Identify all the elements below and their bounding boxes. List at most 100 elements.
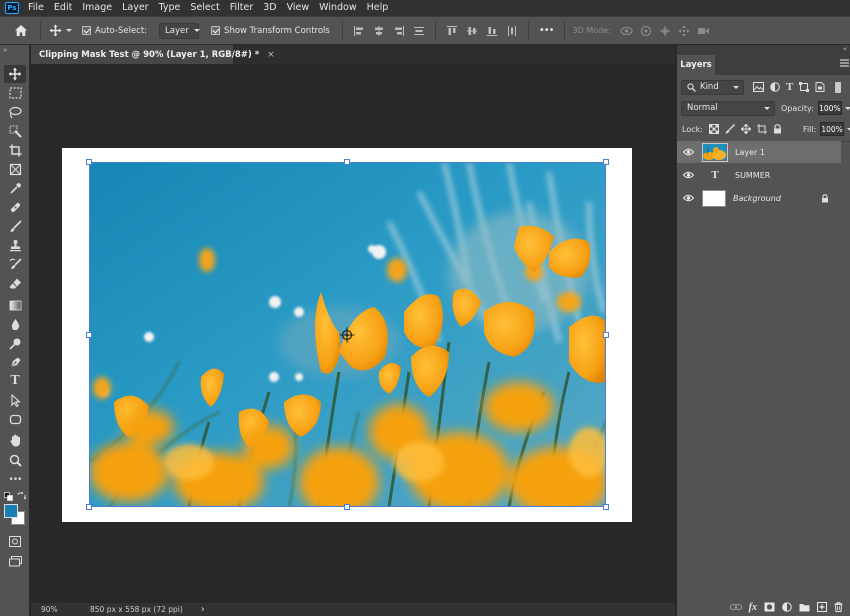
delete-layer-trash-icon[interactable] — [834, 602, 843, 612]
path-selection-tool[interactable] — [4, 391, 26, 409]
move-tool[interactable] — [4, 65, 26, 83]
menu-image[interactable]: Image — [77, 0, 117, 16]
brush-tool[interactable] — [4, 217, 26, 235]
transform-handle-bottom-left[interactable] — [86, 504, 92, 510]
filter-kind-dropdown[interactable]: Kind — [681, 79, 744, 95]
frame-tool[interactable] — [4, 160, 26, 178]
lock-position-icon[interactable] — [740, 124, 751, 134]
clone-stamp-tool[interactable] — [4, 236, 26, 254]
history-brush-tool[interactable] — [4, 255, 26, 273]
new-adjustment-layer-icon[interactable] — [782, 602, 792, 612]
menu-type[interactable]: Type — [154, 0, 186, 16]
panel-menu-icon[interactable] — [840, 59, 849, 67]
eyedropper-tool[interactable] — [4, 179, 26, 197]
menu-window[interactable]: Window — [314, 0, 361, 16]
reference-point-icon[interactable] — [339, 327, 355, 343]
transform-handle-middle-right[interactable] — [603, 332, 609, 338]
chevron-down-icon[interactable] — [66, 29, 72, 32]
scale-3d-icon[interactable] — [697, 25, 710, 37]
visibility-eye-icon[interactable] — [677, 148, 699, 156]
lock-transparent-pixels-icon[interactable] — [708, 124, 719, 134]
layer-name[interactable]: Layer 1 — [735, 148, 765, 157]
orbit-3d-icon[interactable] — [620, 25, 633, 37]
lock-all-icon[interactable] — [773, 124, 782, 134]
shape-layer-filter-icon[interactable] — [799, 82, 810, 92]
move-tool-preset-icon[interactable] — [47, 23, 63, 39]
type-layer-filter-icon[interactable]: T — [786, 81, 793, 93]
menu-help[interactable]: Help — [362, 0, 394, 16]
roll-3d-icon[interactable] — [640, 25, 652, 37]
link-layers-icon[interactable] — [729, 603, 742, 611]
transform-handle-middle-left[interactable] — [86, 332, 92, 338]
shape-tool[interactable] — [4, 410, 26, 428]
opacity-input[interactable]: 100% — [817, 101, 842, 115]
align-horizontal-centers-icon[interactable] — [373, 25, 385, 37]
opacity-chevron-icon[interactable] — [844, 106, 850, 110]
menu-view[interactable]: View — [282, 0, 315, 16]
align-top-edges-icon[interactable] — [446, 25, 458, 37]
align-right-edges-icon[interactable] — [393, 25, 405, 37]
blend-mode-dropdown[interactable]: Normal — [681, 100, 775, 116]
screen-mode-button[interactable] — [4, 552, 26, 570]
menu-select[interactable]: Select — [185, 0, 224, 16]
menu-3d[interactable]: 3D — [258, 0, 281, 16]
fill-input[interactable]: 100% — [820, 122, 844, 136]
pen-tool[interactable] — [4, 353, 26, 371]
default-colors-icon[interactable] — [4, 492, 13, 501]
pixel-layer-filter-icon[interactable] — [753, 82, 764, 92]
transform-handle-top-left[interactable] — [86, 159, 92, 165]
swap-colors-icon[interactable] — [17, 492, 26, 501]
menu-edit[interactable]: Edit — [49, 0, 77, 16]
transform-handle-bottom-center[interactable] — [344, 504, 350, 510]
type-tool[interactable]: T — [4, 372, 26, 390]
close-icon[interactable]: × — [267, 50, 275, 60]
blur-tool[interactable] — [4, 315, 26, 333]
transform-handle-bottom-right[interactable] — [603, 504, 609, 510]
collapse-panel-icon[interactable]: » — [3, 46, 7, 54]
healing-brush-tool[interactable] — [4, 198, 26, 216]
menu-filter[interactable]: Filter — [225, 0, 259, 16]
canvas-area[interactable] — [31, 64, 675, 603]
layer-row-summer[interactable]: T SUMMER — [677, 164, 841, 186]
gradient-tool[interactable] — [4, 296, 26, 314]
eraser-tool[interactable] — [4, 274, 26, 292]
align-left-edges-icon[interactable] — [353, 25, 365, 37]
more-options-button[interactable]: ••• — [539, 25, 555, 36]
layer-row-background[interactable]: Background — [677, 187, 841, 209]
status-menu-arrow[interactable]: › — [201, 604, 205, 615]
visibility-eye-icon[interactable] — [677, 171, 699, 179]
collapse-panel-icon[interactable]: « — [843, 45, 847, 53]
distribute-horizontal-icon[interactable] — [506, 25, 518, 37]
document-tab[interactable]: Clipping Mask Test @ 90% (Layer 1, RGB/8… — [31, 45, 275, 64]
lasso-tool[interactable] — [4, 103, 26, 121]
more-tools-button[interactable]: ••• — [4, 471, 26, 489]
distribute-vertical-icon[interactable] — [413, 25, 425, 37]
menu-layer[interactable]: Layer — [117, 0, 154, 16]
layers-tab[interactable]: Layers — [677, 55, 715, 75]
prevent-auto-nesting-icon[interactable] — [756, 124, 767, 134]
marquee-tool[interactable] — [4, 84, 26, 102]
layer-name[interactable]: SUMMER — [735, 171, 770, 180]
smart-object-filter-icon[interactable] — [815, 82, 825, 92]
foreground-color-swatch[interactable] — [4, 504, 18, 518]
filter-toggle-switch[interactable] — [835, 81, 842, 93]
quick-mask-button[interactable] — [4, 532, 26, 550]
layer-name[interactable]: Background — [733, 194, 821, 203]
adjustment-layer-filter-icon[interactable] — [770, 82, 780, 92]
dodge-tool[interactable] — [4, 334, 26, 352]
new-layer-icon[interactable] — [817, 602, 827, 612]
add-mask-icon[interactable] — [764, 602, 775, 612]
align-bottom-edges-icon[interactable] — [486, 25, 498, 37]
photoshop-logo[interactable]: Ps — [5, 2, 19, 14]
drag-3d-icon[interactable] — [659, 25, 671, 37]
align-vertical-centers-icon[interactable] — [466, 25, 478, 37]
zoom-level[interactable]: 90% — [41, 605, 87, 614]
zoom-tool[interactable] — [4, 451, 26, 469]
layer-row-layer-1[interactable]: Layer 1 — [677, 141, 841, 163]
transform-handle-top-center[interactable] — [344, 159, 350, 165]
lock-image-pixels-icon[interactable] — [725, 124, 735, 134]
lock-icon[interactable] — [821, 193, 829, 203]
slide-3d-icon[interactable] — [678, 25, 690, 37]
crop-tool[interactable] — [4, 141, 26, 159]
hand-tool[interactable] — [4, 431, 26, 449]
